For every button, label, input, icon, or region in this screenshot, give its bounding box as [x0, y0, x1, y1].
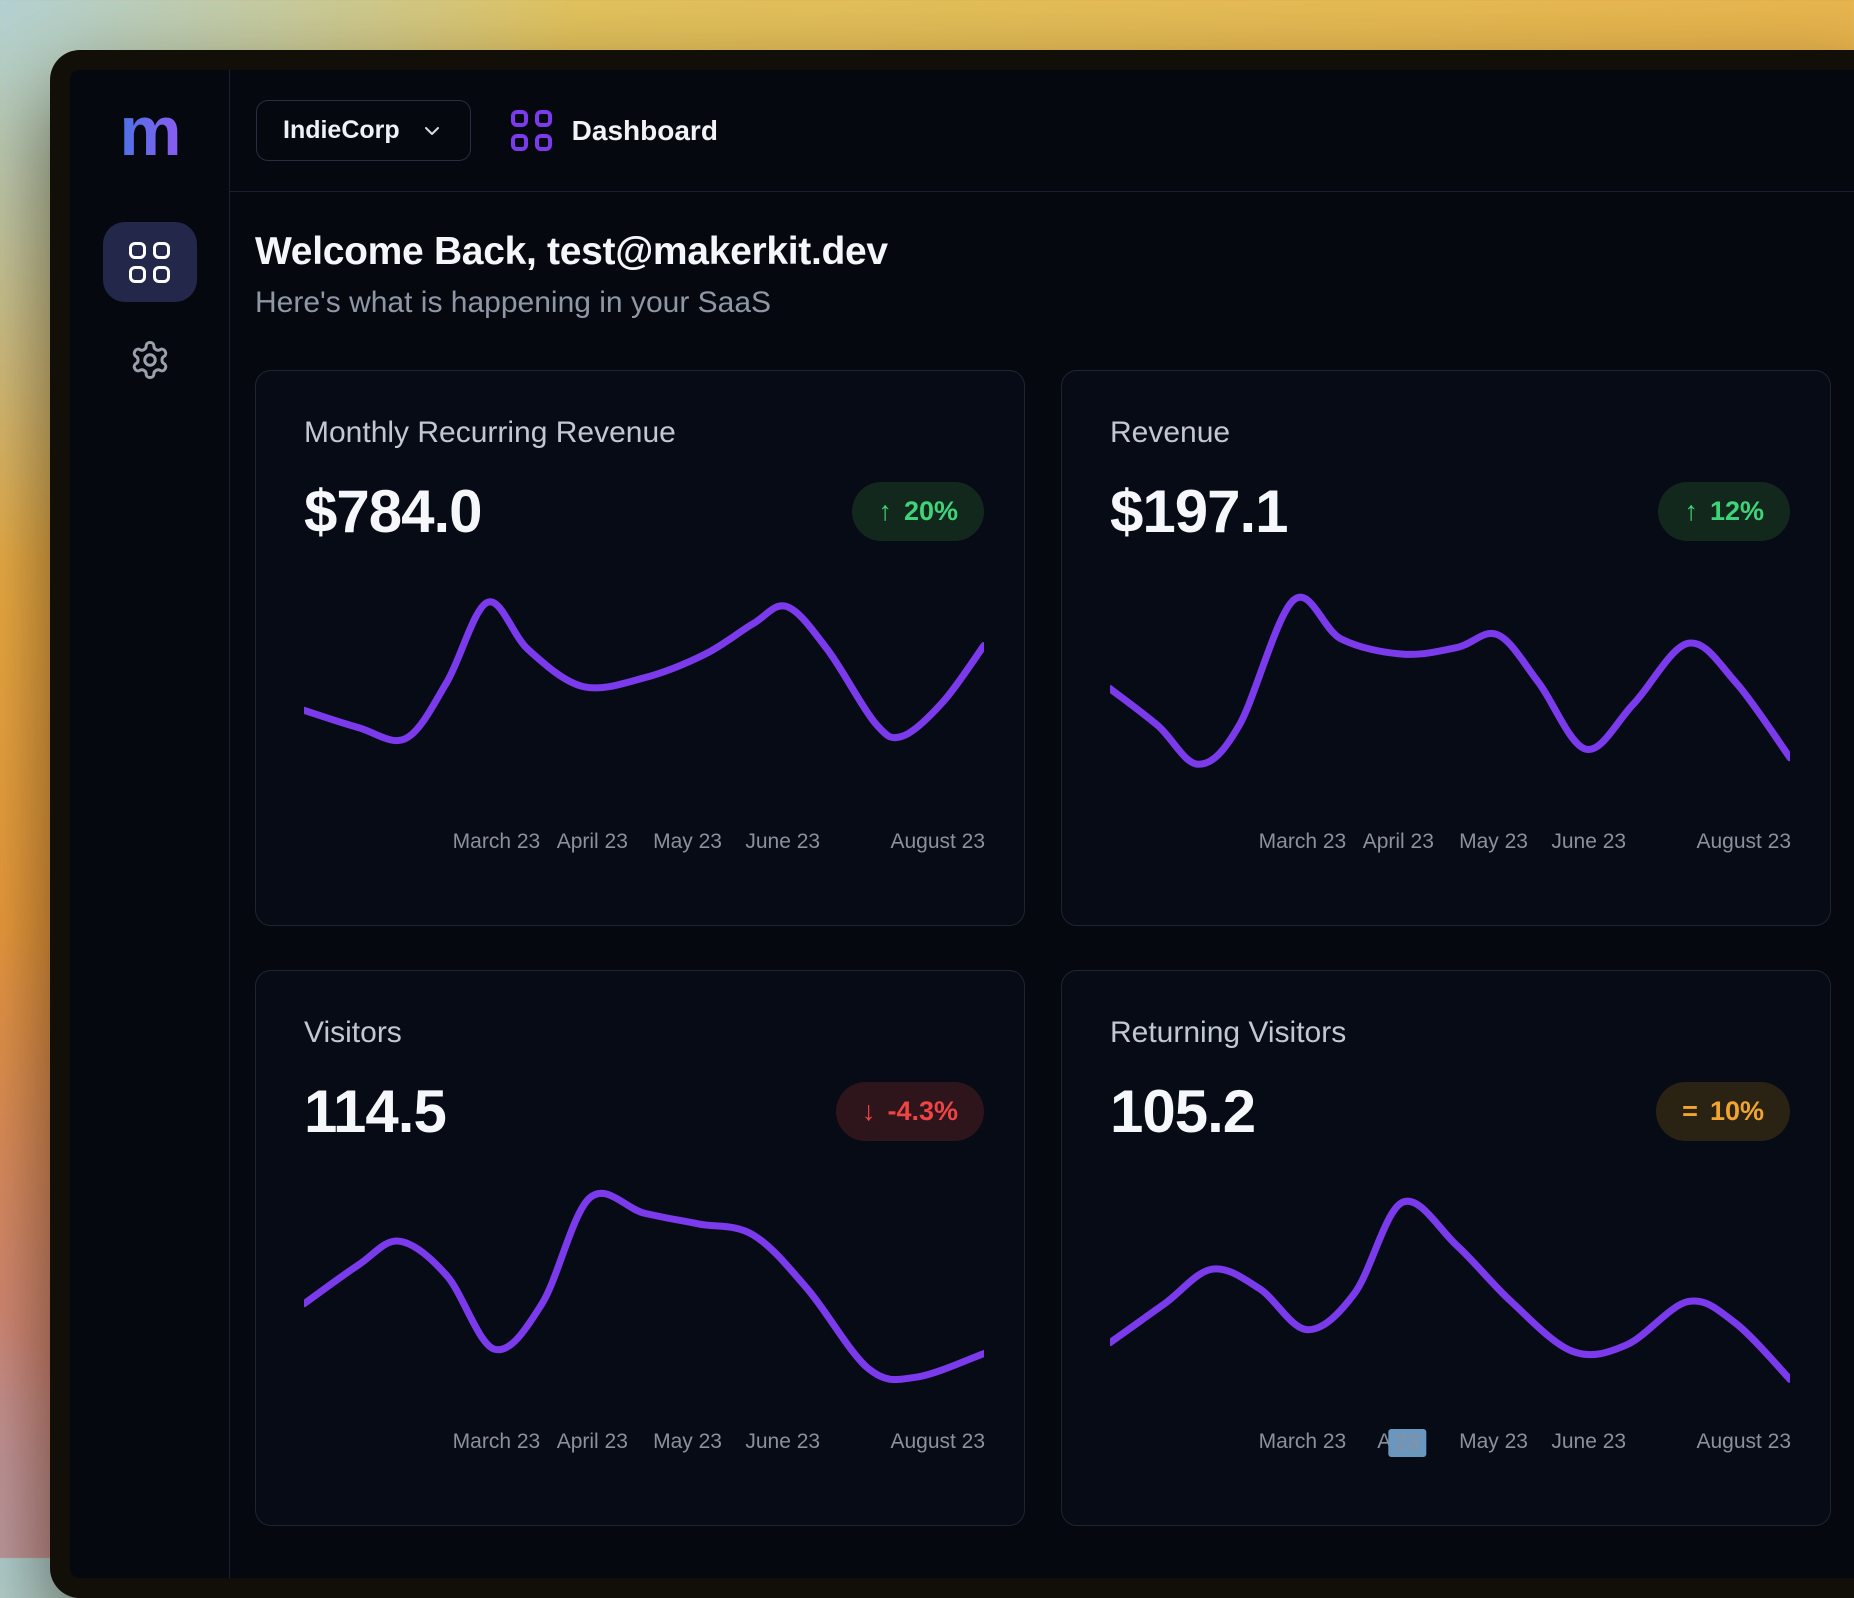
dashboard-content: Welcome Back, test@makerkit.dev Here's w… — [230, 192, 1854, 1526]
x-tick-label: June 23 — [745, 1429, 820, 1455]
x-tick-label: August 23 — [1696, 1429, 1791, 1455]
trend-badge: = 10% — [1656, 1082, 1790, 1141]
trend-value: 20% — [904, 496, 958, 527]
sidebar: m — [70, 70, 230, 1578]
x-axis-labels: March 23 April 23 May 23 June 23 August … — [304, 829, 984, 855]
org-name: IndieCorp — [283, 116, 400, 145]
card-title: Revenue — [1110, 415, 1790, 451]
welcome-heading: Welcome Back, test@makerkit.dev — [255, 230, 1831, 274]
mrr-sparkline-chart — [304, 575, 984, 811]
arrow-down-icon: ↓ — [862, 1098, 876, 1125]
welcome-subtitle: Here's what is happening in your SaaS — [255, 286, 1831, 320]
main-area: IndieCorp Dashboard Welcome Back, test@m… — [230, 70, 1854, 1578]
stats-grid: Monthly Recurring Revenue $784.0 ↑ 20% — [255, 370, 1831, 1526]
card-revenue: Revenue $197.1 ↑ 12% March 23 — [1061, 370, 1831, 926]
card-monthly-recurring-revenue: Monthly Recurring Revenue $784.0 ↑ 20% — [255, 370, 1025, 926]
x-tick-label: August 23 — [890, 1429, 985, 1455]
x-axis-labels: March 23 April 23 May 23 June 23 August … — [1110, 829, 1790, 855]
trend-badge: ↑ 20% — [852, 482, 984, 541]
visitors-sparkline-chart — [304, 1175, 984, 1411]
x-tick-label: March 23 — [1259, 829, 1347, 855]
x-tick-label: April 23 — [557, 829, 628, 855]
app-window-content: m IndieCorp — [70, 70, 1854, 1578]
card-value: 114.5 — [304, 1077, 446, 1146]
sidebar-item-dashboard[interactable] — [103, 222, 197, 302]
x-tick-label: August 23 — [890, 829, 985, 855]
x-tick-label: June 23 — [1551, 1429, 1626, 1455]
card-title: Monthly Recurring Revenue — [304, 415, 984, 451]
sidebar-item-settings[interactable] — [103, 320, 197, 400]
card-value: $784.0 — [304, 477, 482, 546]
returning-visitors-sparkline-chart — [1110, 1175, 1790, 1411]
x-axis-labels: March 23 April23 May 23 June 23 August 2… — [1110, 1429, 1790, 1455]
org-switcher-button[interactable]: IndieCorp — [256, 100, 471, 161]
x-tick-label: May 23 — [1459, 1429, 1528, 1455]
chevron-down-icon — [420, 119, 444, 143]
trend-value: -4.3% — [887, 1096, 958, 1127]
page-title: Dashboard — [572, 115, 718, 147]
arrow-up-icon: ↑ — [1684, 498, 1698, 525]
selected-text-highlight: 23 — [1389, 1429, 1426, 1457]
trend-value: 10% — [1710, 1096, 1764, 1127]
x-tick-label: April 23 — [557, 1429, 628, 1455]
makerkit-logo: m — [119, 96, 179, 166]
x-axis-labels: March 23 April 23 May 23 June 23 August … — [304, 1429, 984, 1455]
app-header: IndieCorp Dashboard — [230, 70, 1854, 192]
page-head: Dashboard — [511, 110, 718, 151]
card-title: Returning Visitors — [1110, 1015, 1790, 1051]
card-title: Visitors — [304, 1015, 984, 1051]
gear-icon — [129, 339, 171, 381]
x-tick-label: May 23 — [653, 829, 722, 855]
x-tick-label: June 23 — [1551, 829, 1626, 855]
x-tick-label: March 23 — [1259, 1429, 1347, 1455]
x-tick-label: March 23 — [453, 829, 541, 855]
dashboard-grid-icon — [511, 110, 552, 151]
x-tick-label: April 23 — [1363, 829, 1434, 855]
dashboard-grid-icon — [129, 242, 170, 283]
trend-badge: ↓ -4.3% — [836, 1082, 984, 1141]
x-tick-label: May 23 — [653, 1429, 722, 1455]
x-tick-label: June 23 — [745, 829, 820, 855]
arrow-up-icon: ↑ — [878, 498, 892, 525]
x-tick-label: August 23 — [1696, 829, 1791, 855]
revenue-sparkline-chart — [1110, 575, 1790, 811]
card-value: $197.1 — [1110, 477, 1288, 546]
card-returning-visitors: Returning Visitors 105.2 = 10% — [1061, 970, 1831, 1526]
card-value: 105.2 — [1110, 1077, 1255, 1146]
x-tick-label: March 23 — [453, 1429, 541, 1455]
trend-badge: ↑ 12% — [1658, 482, 1790, 541]
trend-value: 12% — [1710, 496, 1764, 527]
equals-icon: = — [1682, 1098, 1698, 1125]
app-window: m IndieCorp — [50, 50, 1854, 1598]
card-visitors: Visitors 114.5 ↓ -4.3% March 2 — [255, 970, 1025, 1526]
x-tick-label: May 23 — [1459, 829, 1528, 855]
